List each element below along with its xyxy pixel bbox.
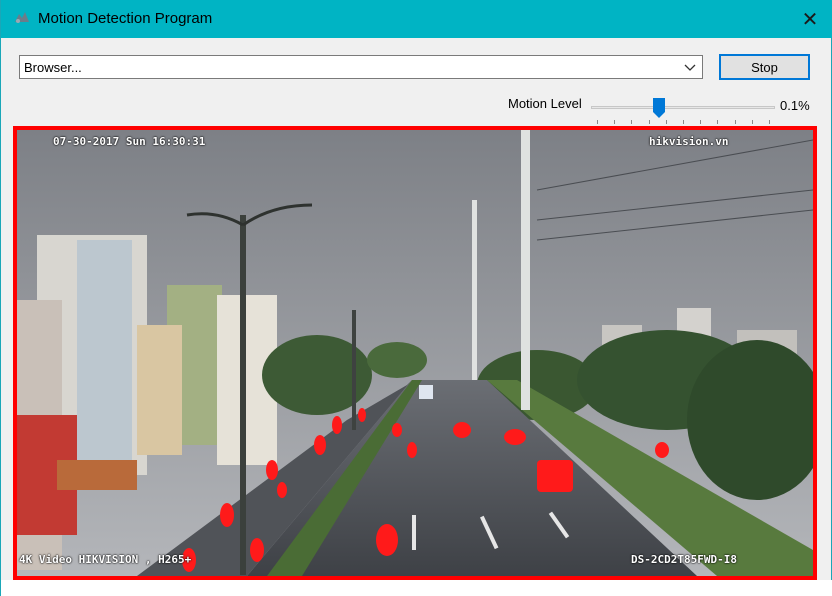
slider-tick (700, 120, 701, 124)
camera-codec-caption: 4K Video HIKVISION , H265+ (19, 553, 192, 566)
slider-tick (769, 120, 770, 124)
slider-tick (597, 120, 598, 124)
camera-scene (17, 130, 813, 576)
window-title: Motion Detection Program (38, 10, 213, 27)
close-button[interactable]: ✕ (787, 0, 832, 38)
camera-timestamp: 07-30-2017 Sun 16:30:31 (53, 135, 206, 148)
slider-tick (752, 120, 753, 124)
motion-level-label: Motion Level (508, 96, 582, 111)
slider-tick (649, 120, 650, 124)
camera-feed: 07-30-2017 Sun 16:30:31 hikvision.vn 4K … (13, 126, 817, 580)
slider-tick (631, 120, 632, 124)
motion-level-slider[interactable] (591, 96, 775, 126)
close-icon: ✕ (801, 8, 819, 31)
source-dropdown-value: Browser... (24, 60, 82, 75)
chevron-down-icon (684, 64, 696, 71)
slider-ticks (591, 120, 775, 124)
slider-tick (717, 120, 718, 124)
slider-tick (683, 120, 684, 124)
bottom-strip (1, 580, 832, 596)
camera-model-caption: DS-2CD2T85FWD-I8 (631, 553, 737, 566)
app-logo-icon (15, 12, 29, 23)
slider-tick (666, 120, 667, 124)
title-bar[interactable]: Motion Detection Program ✕ (1, 0, 832, 38)
slider-thumb-icon[interactable] (653, 98, 665, 118)
main-window: Motion Detection Program ✕ Browser... St… (0, 0, 832, 596)
stop-button-label: Stop (751, 59, 778, 75)
camera-watermark: hikvision.vn (649, 135, 729, 148)
slider-tick (614, 120, 615, 124)
slider-tick (735, 120, 736, 124)
stop-button[interactable]: Stop (719, 54, 810, 80)
source-dropdown[interactable]: Browser... (19, 55, 703, 79)
slider-track (591, 106, 775, 109)
motion-level-value: 0.1% (780, 98, 810, 113)
